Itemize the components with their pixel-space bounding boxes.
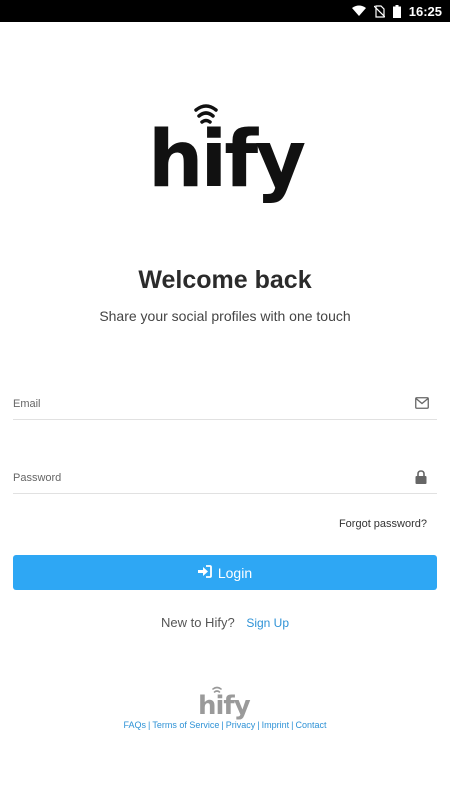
- wifi-icon: [351, 5, 366, 17]
- lock-icon: [415, 470, 429, 484]
- footer-link-contact[interactable]: Contact: [295, 720, 326, 730]
- envelope-icon: [415, 396, 429, 410]
- password-field[interactable]: [13, 464, 403, 492]
- login-button[interactable]: Login: [13, 555, 437, 590]
- no-sim-icon: [373, 4, 385, 18]
- footer-logo-text: hify: [198, 691, 251, 720]
- battery-icon: [392, 4, 401, 18]
- email-field[interactable]: [13, 390, 403, 418]
- page-subtitle: Share your social profiles with one touc…: [99, 308, 351, 324]
- signup-link[interactable]: Sign Up: [246, 616, 289, 630]
- forgot-password-link[interactable]: Forgot password?: [339, 518, 427, 530]
- password-field-container: [13, 464, 437, 494]
- login-button-label: Login: [217, 564, 253, 581]
- footer-hify-logo: hify: [196, 684, 254, 721]
- status-time: 16:25: [408, 3, 442, 19]
- sign-in-icon: [197, 564, 212, 581]
- page-title: Welcome back: [138, 266, 312, 294]
- hify-logo: hify: [140, 98, 310, 210]
- logo-text: hify: [148, 115, 305, 205]
- signup-row: New to Hify? Sign Up: [0, 615, 450, 630]
- footer-link-imprint[interactable]: Imprint: [262, 720, 290, 730]
- footer-link-privacy[interactable]: Privacy: [226, 720, 256, 730]
- signup-prompt: New to Hify?: [160, 615, 235, 630]
- footer-links: FAQs | Terms of Service | Privacy | Imprint | Co…: [123, 720, 327, 730]
- status-bar: 16:25: [0, 0, 450, 22]
- footer-link-faqs[interactable]: FAQs: [124, 720, 147, 730]
- footer-link-terms[interactable]: Terms of Service: [152, 720, 219, 730]
- email-field-container: [13, 390, 437, 420]
